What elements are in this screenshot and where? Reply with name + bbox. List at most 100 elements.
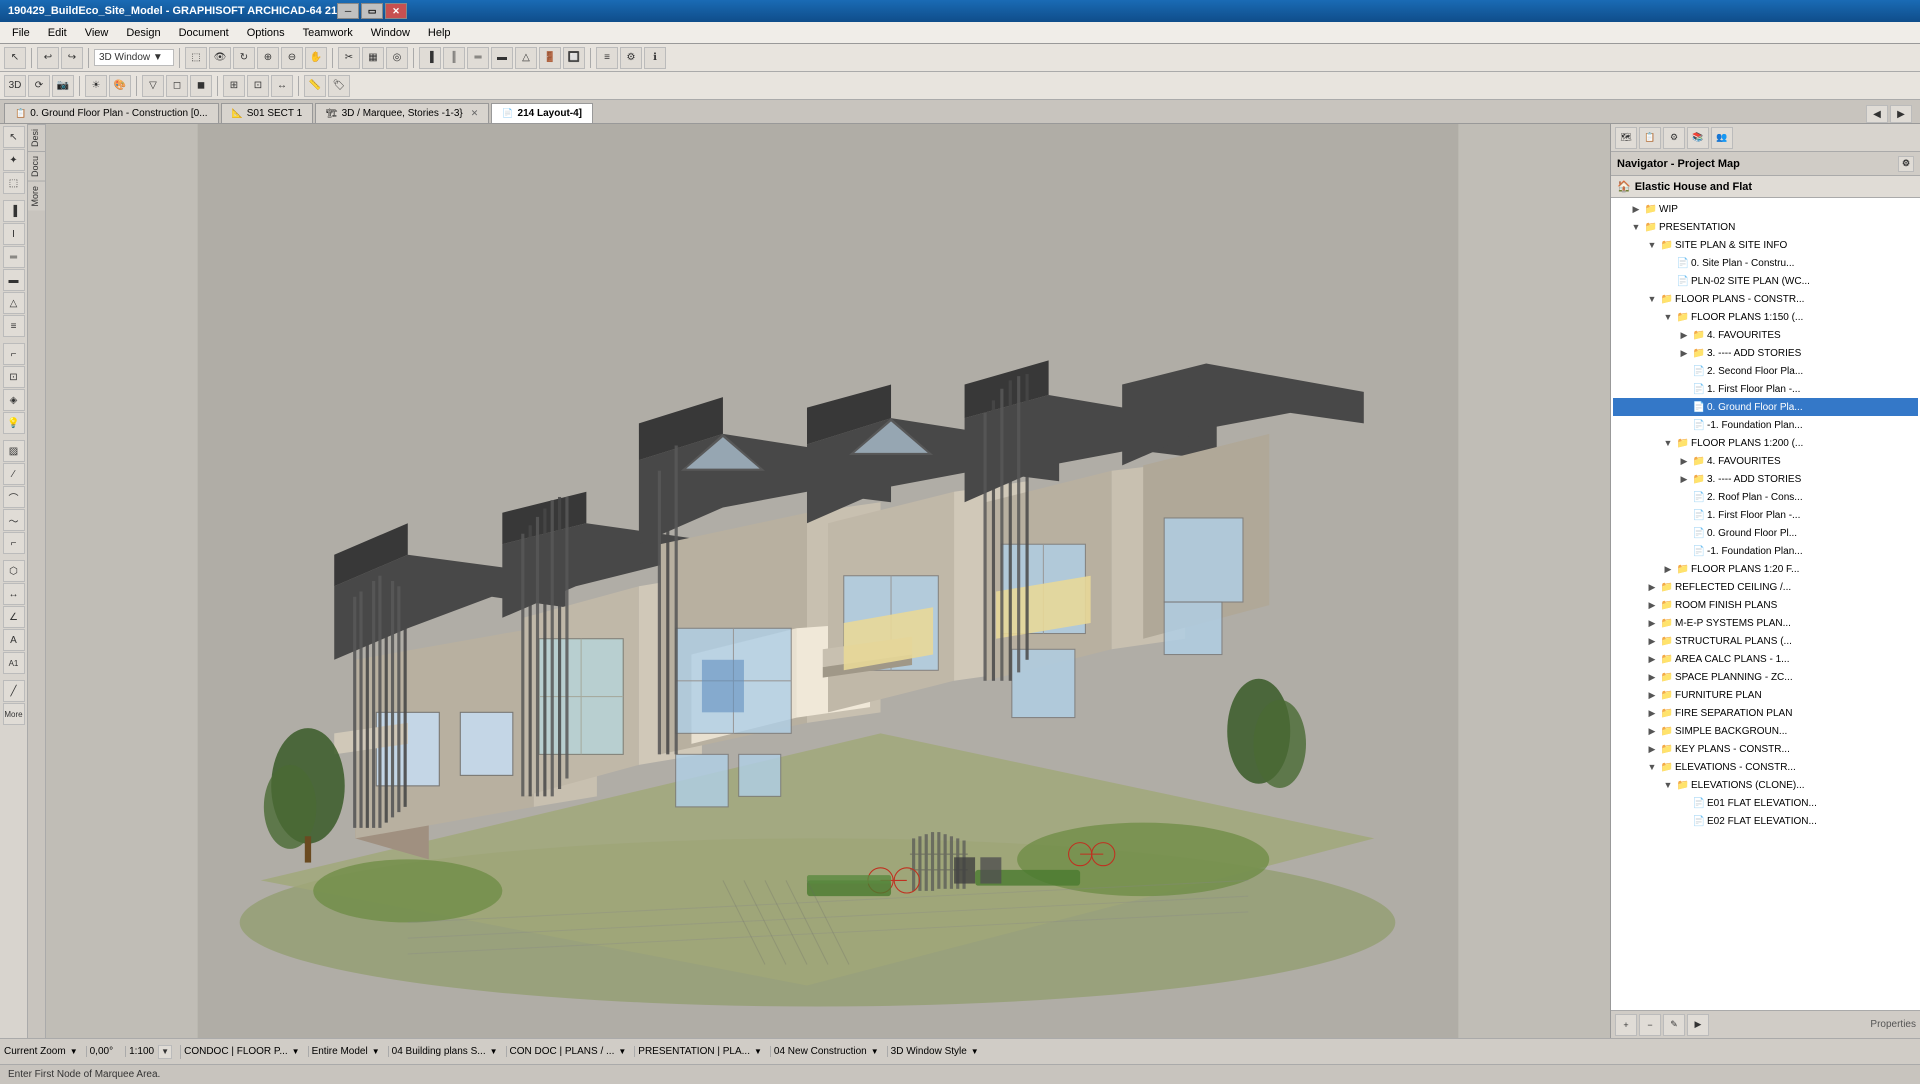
tree-item-wip[interactable]: ▶ 📁 WIP [1613, 200, 1918, 218]
marquee-btn[interactable]: ⬚ [185, 47, 207, 69]
expand-icon[interactable]: ▼ [1661, 778, 1675, 792]
camera-btn[interactable]: 📷 [52, 75, 74, 97]
fill-tool[interactable]: ▨ [3, 440, 25, 462]
expand-icon[interactable]: ▶ [1661, 562, 1675, 576]
status-windowstyle[interactable]: 3D Window Style ▼ [891, 1046, 987, 1057]
window-tool[interactable]: ⊡ [3, 366, 25, 388]
redo-btn[interactable]: ↪ [61, 47, 83, 69]
dim-btn[interactable]: ↔ [271, 75, 293, 97]
tree-item-firesep[interactable]: ▶ 📁 FIRE SEPARATION PLAN [1613, 704, 1918, 722]
tab-section[interactable]: 📐 S01 SECT 1 [221, 103, 314, 123]
expand-icon[interactable]: ▶ [1645, 688, 1659, 702]
expand-icon[interactable]: ▶ [1645, 670, 1659, 684]
undo-btn[interactable]: ↩ [37, 47, 59, 69]
tree-item-fp150-1st[interactable]: 📄 1. First Floor Plan -... [1613, 380, 1918, 398]
roof-tool[interactable]: △ [3, 292, 25, 314]
tree-item-fp200[interactable]: ▼ 📁 FLOOR PLANS 1:200 (... [1613, 434, 1918, 452]
status-model[interactable]: Entire Model ▼ [312, 1046, 389, 1057]
organizer-icon[interactable]: 📋 [1639, 127, 1661, 149]
expand-icon[interactable]: ▶ [1677, 328, 1691, 342]
scale-dropdown[interactable]: ▼ [158, 1045, 172, 1059]
view3d-btn[interactable]: 3D [4, 75, 26, 97]
active-window-label[interactable]: 3D Window ▼ [94, 49, 174, 66]
roof-btn[interactable]: △ [515, 47, 537, 69]
more-tools[interactable]: More [3, 703, 25, 725]
expand-icon[interactable]: ▶ [1677, 454, 1691, 468]
line-style-tool[interactable]: ╱ [3, 680, 25, 702]
snap-btn[interactable]: ⊡ [247, 75, 269, 97]
status-newconst[interactable]: 04 New Construction ▼ [774, 1046, 888, 1057]
menu-edit[interactable]: Edit [40, 25, 75, 41]
library-icon[interactable]: 📚 [1687, 127, 1709, 149]
tree-item-fp200-fnd[interactable]: 📄 -1. Foundation Plan... [1613, 542, 1918, 560]
status-buildingplans[interactable]: 04 Building plans S... ▼ [392, 1046, 507, 1057]
properties-icon[interactable]: ⚙ [1663, 127, 1685, 149]
wall-btn[interactable]: ▐ [419, 47, 441, 69]
expand-icon[interactable]: ▶ [1645, 742, 1659, 756]
restore-button[interactable]: ▭ [361, 3, 383, 19]
menu-file[interactable]: File [4, 25, 38, 41]
column-btn[interactable]: ║ [443, 47, 465, 69]
expand-icon[interactable]: ▼ [1645, 760, 1659, 774]
material-btn[interactable]: 🎨 [109, 75, 131, 97]
expand-icon[interactable]: ▶ [1677, 346, 1691, 360]
expand-icon[interactable]: ▼ [1629, 220, 1643, 234]
expand-icon[interactable]: ▶ [1645, 634, 1659, 648]
column-tool[interactable]: I [3, 223, 25, 245]
object-tool[interactable]: ◈ [3, 389, 25, 411]
door-btn[interactable]: 🚪 [539, 47, 561, 69]
menu-document[interactable]: Document [171, 25, 237, 41]
tab-layout[interactable]: 📄 214 Layout-4] [491, 103, 593, 123]
lamp-tool[interactable]: 💡 [3, 412, 25, 434]
menu-options[interactable]: Options [239, 25, 293, 41]
tab-ground-floor[interactable]: 📋 0. Ground Floor Plan - Construction [0… [4, 103, 219, 123]
tree-item-e01[interactable]: 📄 E01 FLAT ELEVATION... [1613, 794, 1918, 812]
expand-icon[interactable]: ▶ [1645, 706, 1659, 720]
menu-design[interactable]: Design [118, 25, 168, 41]
expand-icon[interactable]: ▼ [1661, 310, 1675, 324]
tree-item-spaceplanning[interactable]: ▶ 📁 SPACE PLANNING - ZC... [1613, 668, 1918, 686]
tree-item-fp200-add[interactable]: ▶ 📁 3. ---- ADD STORIES [1613, 470, 1918, 488]
layer-btn[interactable]: ≡ [596, 47, 618, 69]
close-button[interactable]: ✕ [385, 3, 407, 19]
text-a1-tool[interactable]: A1 [3, 652, 25, 674]
slab-tool[interactable]: ▬ [3, 269, 25, 291]
tree-item-siteplan-pln[interactable]: 📄 PLN-02 SITE PLAN (WC... [1613, 272, 1918, 290]
tree-item-mep[interactable]: ▶ 📁 M-E-P SYSTEMS PLAN... [1613, 614, 1918, 632]
zone-tool[interactable]: ⬡ [3, 560, 25, 582]
tree-item-fp150-2nd[interactable]: 📄 2. Second Floor Pla... [1613, 362, 1918, 380]
tree-item-keyplans[interactable]: ▶ 📁 KEY PLANS - CONSTR... [1613, 740, 1918, 758]
tree-item-fp200-roof[interactable]: 📄 2. Roof Plan - Cons... [1613, 488, 1918, 506]
tree-item-siteplan[interactable]: ▼ 📁 SITE PLAN & SITE INFO [1613, 236, 1918, 254]
tree-item-siteplan-0[interactable]: 📄 0. Site Plan - Constru... [1613, 254, 1918, 272]
filter-btn[interactable]: ▽ [142, 75, 164, 97]
panel-btn-4[interactable]: ▶ [1687, 1014, 1709, 1036]
measure-btn[interactable]: 📏 [304, 75, 326, 97]
wall-tool[interactable]: ▐ [3, 200, 25, 222]
expand-icon[interactable]: ▶ [1629, 202, 1643, 216]
elevation-btn[interactable]: ▦ [362, 47, 384, 69]
tree-item-fp200-gnd[interactable]: 📄 0. Ground Floor Pl... [1613, 524, 1918, 542]
expand-icon[interactable]: ▶ [1645, 580, 1659, 594]
tab-close-btn[interactable]: ✕ [471, 108, 479, 119]
tree-item-furniture[interactable]: ▶ 📁 FURNITURE PLAN [1613, 686, 1918, 704]
menu-window[interactable]: Window [363, 25, 418, 41]
zoom-in-btn[interactable]: ⊕ [257, 47, 279, 69]
arrow-tool-btn[interactable]: ↖ [4, 47, 26, 69]
tree-item-fp200-fav[interactable]: ▶ 📁 4. FAVOURITES [1613, 452, 1918, 470]
tree-item-reflected[interactable]: ▶ 📁 REFLECTED CEILING /... [1613, 578, 1918, 596]
tree-item-simplebg[interactable]: ▶ 📁 SIMPLE BACKGROUN... [1613, 722, 1918, 740]
dim-tool[interactable]: ↔ [3, 583, 25, 605]
tab-nav-right[interactable]: ▶ [1890, 105, 1912, 123]
window-controls[interactable]: ─ ▭ ✕ [337, 3, 407, 19]
tree-item-roomfinish[interactable]: ▶ 📁 ROOM FINISH PLANS [1613, 596, 1918, 614]
line-tool[interactable]: ∕ [3, 463, 25, 485]
tree-item-fp150-gnd[interactable]: 📄 0. Ground Floor Pla... [1613, 398, 1918, 416]
detail-btn[interactable]: ◎ [386, 47, 408, 69]
expand-icon[interactable]: ▶ [1645, 598, 1659, 612]
expand-icon[interactable]: ▶ [1645, 652, 1659, 666]
grid-btn[interactable]: ⊞ [223, 75, 245, 97]
beam-btn[interactable]: ═ [467, 47, 489, 69]
navigator-tree[interactable]: ▶ 📁 WIP ▼ 📁 PRESENTATION ▼ 📁 SITE PLAN &… [1611, 198, 1920, 1010]
window-btn[interactable]: 🔲 [563, 47, 585, 69]
